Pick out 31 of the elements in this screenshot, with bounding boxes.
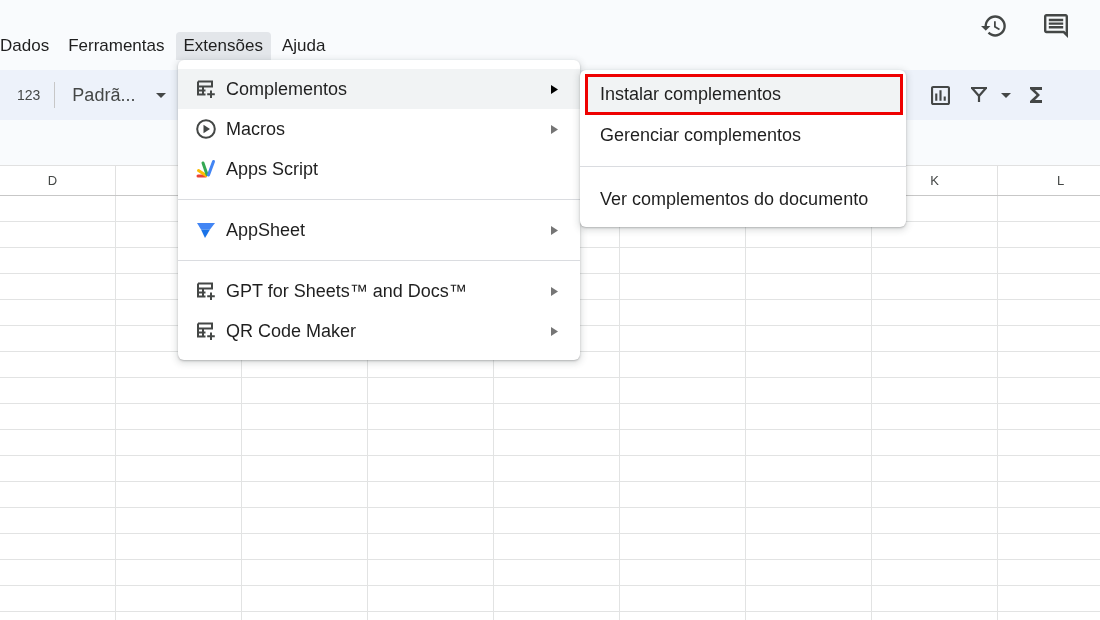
menu-bar-item[interactable]: Ajuda <box>273 32 334 60</box>
sigma-icon[interactable] <box>1030 87 1042 103</box>
submenu-item[interactable]: Instalar complementos <box>585 74 903 115</box>
menu-bar-item[interactable]: Ferramentas <box>60 32 173 60</box>
number-format-button[interactable]: 123 <box>17 87 41 103</box>
column-header[interactable]: K <box>930 173 939 188</box>
submenu-item[interactable]: Ver complementos do documento <box>585 179 903 220</box>
history-icon[interactable] <box>981 14 1007 38</box>
table-plus-icon <box>196 281 216 301</box>
font-dropdown[interactable]: Padrã... <box>72 84 167 106</box>
table-plus-icon <box>196 321 216 341</box>
caret-icon[interactable] <box>1001 92 1011 98</box>
menu-item[interactable]: Apps Script <box>178 149 580 189</box>
column-header[interactable]: D <box>47 173 58 188</box>
column-header[interactable]: L <box>1056 173 1065 188</box>
menu-item[interactable]: GPT for Sheets™ and Docs™ <box>178 271 580 311</box>
table-plus-icon <box>196 79 216 99</box>
colored-pens-icon <box>196 159 216 179</box>
menu-bar-item[interactable]: Dados <box>0 32 58 60</box>
filter-icon[interactable] <box>970 87 988 103</box>
menu-item[interactable]: Complementos <box>178 69 580 109</box>
chart-icon[interactable] <box>931 85 950 105</box>
caret-icon <box>156 92 167 98</box>
menu-bar-item[interactable]: Extensões <box>175 32 271 60</box>
submenu-item[interactable]: Gerenciar complementos <box>585 115 903 156</box>
menu-item[interactable]: Macros <box>178 109 580 149</box>
arrowhead-icon <box>196 220 216 240</box>
menu-item[interactable]: QR Code Maker <box>178 311 580 351</box>
play-circle-icon <box>196 119 216 139</box>
menu-item[interactable]: AppSheet <box>178 210 580 250</box>
comment-icon[interactable] <box>1043 14 1069 38</box>
